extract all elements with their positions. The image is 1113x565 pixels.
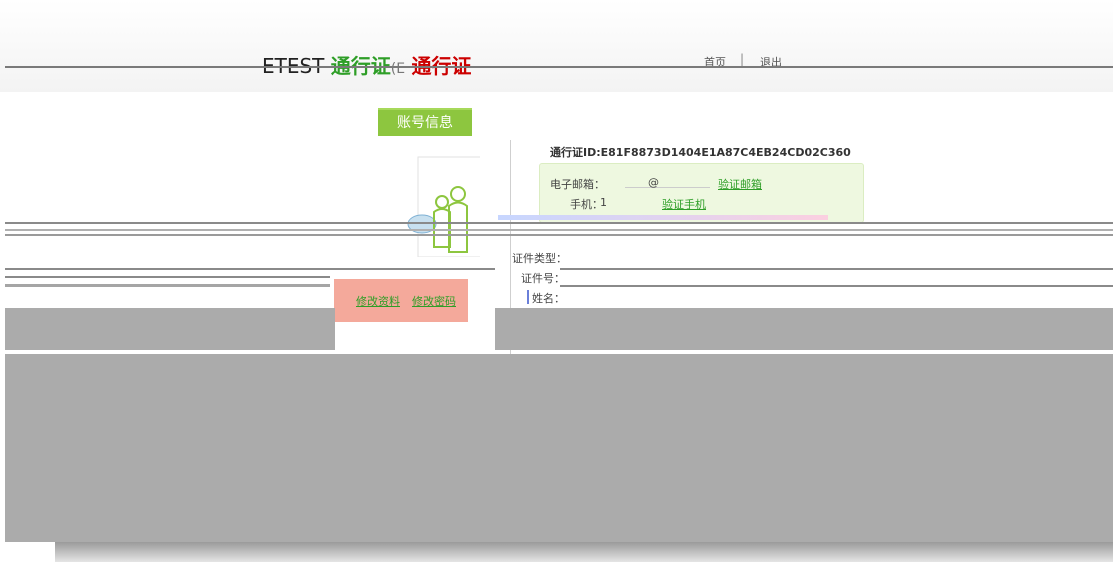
nav-divider: | bbox=[740, 52, 745, 66]
render-artifact-line bbox=[5, 222, 1113, 224]
tab-account-info[interactable]: 账号信息 bbox=[378, 108, 472, 136]
email-value: @ bbox=[648, 176, 659, 189]
pass-id-value: E81F8873D1404E1A87C4EB24CD02C360 bbox=[600, 146, 851, 159]
change-password-button[interactable]: 修改密码 bbox=[412, 293, 456, 309]
contact-panel: 电子邮箱： @ 验证邮箱 手机： 1 验证手机 bbox=[539, 163, 864, 223]
text-cursor bbox=[527, 290, 529, 304]
name-label: 姓名： bbox=[532, 292, 565, 305]
render-artifact-line bbox=[5, 268, 495, 270]
brand-mid: (E bbox=[390, 61, 406, 77]
render-artifact-line bbox=[5, 284, 330, 287]
pass-id: 通行证ID:E81F8873D1404E1A87C4EB24CD02C360 bbox=[550, 144, 851, 160]
profile-actions-panel: 修改资料 修改密码 bbox=[334, 279, 468, 322]
email-value-masked bbox=[625, 176, 710, 188]
pass-id-label: 通行证ID: bbox=[550, 146, 601, 159]
render-artifact-block bbox=[5, 354, 1113, 542]
user-silhouette-icon bbox=[407, 156, 480, 257]
render-artifact-line bbox=[5, 234, 1113, 236]
render-artifact-line bbox=[5, 229, 1113, 231]
render-artifact-gap bbox=[470, 322, 495, 352]
render-artifact-block bbox=[5, 308, 335, 350]
render-artifact-line bbox=[5, 276, 330, 278]
render-artifact-line bbox=[560, 285, 1113, 287]
render-artifact-block bbox=[495, 308, 1113, 350]
verify-phone-link[interactable]: 验证手机 bbox=[662, 196, 706, 212]
phone-label: 手机： bbox=[570, 198, 603, 211]
phone-value: 1 bbox=[600, 196, 607, 209]
footer-bar bbox=[55, 542, 1113, 562]
id-type-label: 证件类型： bbox=[512, 252, 567, 265]
site-logo[interactable]: ETEST 通行证(E 通行证 bbox=[262, 50, 471, 79]
edit-profile-button[interactable]: 修改资料 bbox=[356, 293, 400, 309]
id-number-label: 证件号： bbox=[521, 272, 565, 285]
render-artifact-line bbox=[498, 215, 828, 220]
header-bar: ETEST 通行证(E 通行证 首页 | 退出 bbox=[0, 0, 1113, 92]
verify-email-link[interactable]: 验证邮箱 bbox=[718, 176, 762, 192]
header-divider bbox=[5, 66, 1113, 68]
email-label: 电子邮箱： bbox=[550, 178, 605, 191]
render-artifact-line bbox=[560, 268, 1113, 270]
